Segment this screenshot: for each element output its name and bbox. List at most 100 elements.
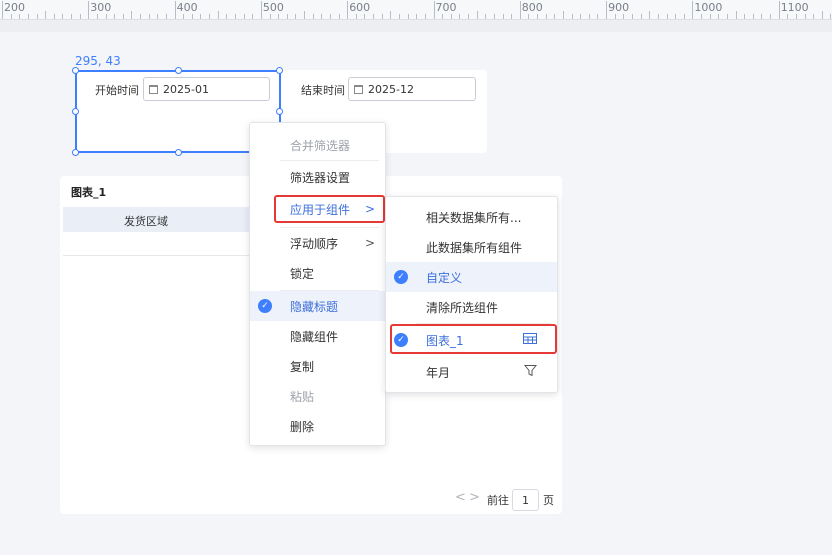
submenu-item-year-month[interactable]: 年月 [386, 357, 557, 387]
check-icon: ✓ [394, 270, 408, 284]
ruler-tick [88, 1, 90, 19]
ruler-tick [537, 14, 539, 19]
ruler-tick [701, 14, 703, 19]
ruler-label: 700 [435, 1, 457, 14]
ruler-tick [813, 14, 815, 19]
menu-item-label: 隐藏标题 [290, 299, 339, 314]
ruler-label: 400 [176, 1, 198, 14]
resize-handle[interactable] [276, 67, 283, 74]
ruler-tick [778, 1, 780, 19]
menu-item-label: 筛选器设置 [290, 170, 351, 185]
ruler-tick [269, 14, 271, 19]
horizontal-ruler: 200 300 400 500 600 700 800 900 1000 1100 [0, 0, 832, 20]
resize-handle[interactable] [175, 149, 182, 156]
menu-item-label: 删除 [290, 419, 315, 434]
context-menu[interactable]: 合并筛选器 筛选器设置 应用于组件 > 浮动顺序 > 锁定 ✓ 隐藏标题 隐藏组件 复… [249, 122, 386, 446]
menu-item-hide-title[interactable]: ✓ 隐藏标题 [250, 291, 385, 321]
next-page-button[interactable]: > [469, 490, 480, 505]
ruler-tick [191, 14, 193, 19]
ruler-tick [278, 14, 280, 19]
ruler-tick [295, 14, 297, 19]
submenu-item-label: 自定义 [426, 270, 463, 285]
ruler-tick [580, 14, 582, 19]
end-time-input[interactable]: 2025-12 [348, 77, 476, 101]
ruler-tick [787, 14, 789, 19]
resize-handle[interactable] [175, 67, 182, 74]
column-header[interactable]: 发货区域 [124, 213, 168, 229]
highlight-box [390, 324, 557, 354]
table-title: 图表_1 [71, 186, 107, 199]
resize-handle[interactable] [72, 149, 79, 156]
ruler-tick [804, 14, 806, 19]
submenu-item-clear-selected[interactable]: 清除所选组件 [386, 292, 557, 322]
menu-item-label: 合并筛选器 [290, 138, 351, 153]
ruler-tick [157, 14, 159, 19]
menu-item-float-order[interactable]: 浮动顺序 > [250, 228, 385, 258]
ruler-tick [562, 11, 564, 19]
ruler-tick [2, 1, 3, 19]
ruler-tick [735, 11, 737, 19]
ruler-tick [606, 1, 608, 19]
menu-divider [280, 160, 379, 161]
filter-icon [523, 364, 538, 381]
ruler-tick [209, 14, 211, 19]
ruler-tick [10, 14, 12, 19]
end-time-label: 结束时间 [301, 84, 345, 97]
ruler-tick [217, 11, 219, 19]
ruler-tick [666, 14, 668, 19]
menu-item-copy[interactable]: 复制 [250, 351, 385, 381]
page-number-input[interactable]: 1 [512, 489, 539, 511]
ruler-tick [640, 14, 642, 19]
submenu-item-label: 此数据集所有组件 [426, 240, 523, 255]
ruler-tick [19, 14, 21, 19]
ruler-tick [381, 14, 383, 19]
ruler-tick [442, 14, 444, 19]
ruler-tick [519, 1, 521, 19]
end-time-value: 2025-12 [368, 82, 414, 96]
ruler-tick [709, 14, 711, 19]
ruler-tick [502, 14, 504, 19]
resize-handle[interactable] [276, 108, 283, 115]
menu-item-filter-settings[interactable]: 筛选器设置 [250, 162, 385, 192]
calendar-icon [149, 84, 158, 94]
resize-handle[interactable] [72, 108, 79, 115]
prev-page-button[interactable]: < [455, 490, 466, 505]
ruler-tick [79, 14, 81, 19]
ruler-tick [122, 14, 124, 19]
ruler-tick [398, 14, 400, 19]
ruler-label: 800 [521, 1, 543, 14]
submenu-item-related-dataset-all[interactable]: 相关数据集所有... [386, 202, 557, 232]
ruler-tick [770, 14, 772, 19]
ruler-tick [433, 1, 435, 19]
menu-item-merge-filters[interactable]: 合并筛选器 [250, 130, 385, 160]
resize-handle[interactable] [72, 67, 79, 74]
start-time-input[interactable]: 2025-01 [143, 77, 270, 101]
ruler-tick [200, 14, 202, 19]
ruler-tick [761, 14, 763, 19]
ruler-tick [390, 11, 392, 19]
ruler-tick [355, 14, 357, 19]
submenu-item-custom[interactable]: ✓ 自定义 [386, 262, 557, 292]
ruler-tick [631, 14, 633, 19]
ruler-tick [571, 14, 573, 19]
ruler-tick [649, 11, 651, 19]
ruler-tick [450, 14, 452, 19]
menu-item-delete[interactable]: 删除 [250, 411, 385, 441]
menu-item-label: 隐藏组件 [290, 329, 339, 344]
ruler-tick [830, 14, 832, 19]
ruler-tick [554, 14, 556, 19]
menu-item-paste[interactable]: 粘贴 [250, 381, 385, 411]
submenu-item-this-dataset-all[interactable]: 此数据集所有组件 [386, 232, 557, 262]
ruler-tick [752, 14, 754, 19]
menu-item-hide-component[interactable]: 隐藏组件 [250, 321, 385, 351]
ruler-tick [726, 14, 728, 19]
highlight-box [274, 195, 385, 223]
ruler-tick [468, 14, 470, 19]
ruler-tick [657, 14, 659, 19]
menu-item-lock[interactable]: 锁定 [250, 258, 385, 288]
submenu-apply-to-components[interactable]: 相关数据集所有... 此数据集所有组件 ✓ 自定义 清除所选组件 ✓ 图表_1 年月 [385, 196, 558, 393]
ruler-tick [424, 14, 426, 19]
ruler-tick [131, 11, 133, 19]
ruler-tick [71, 14, 73, 19]
ruler-tick [545, 14, 547, 19]
